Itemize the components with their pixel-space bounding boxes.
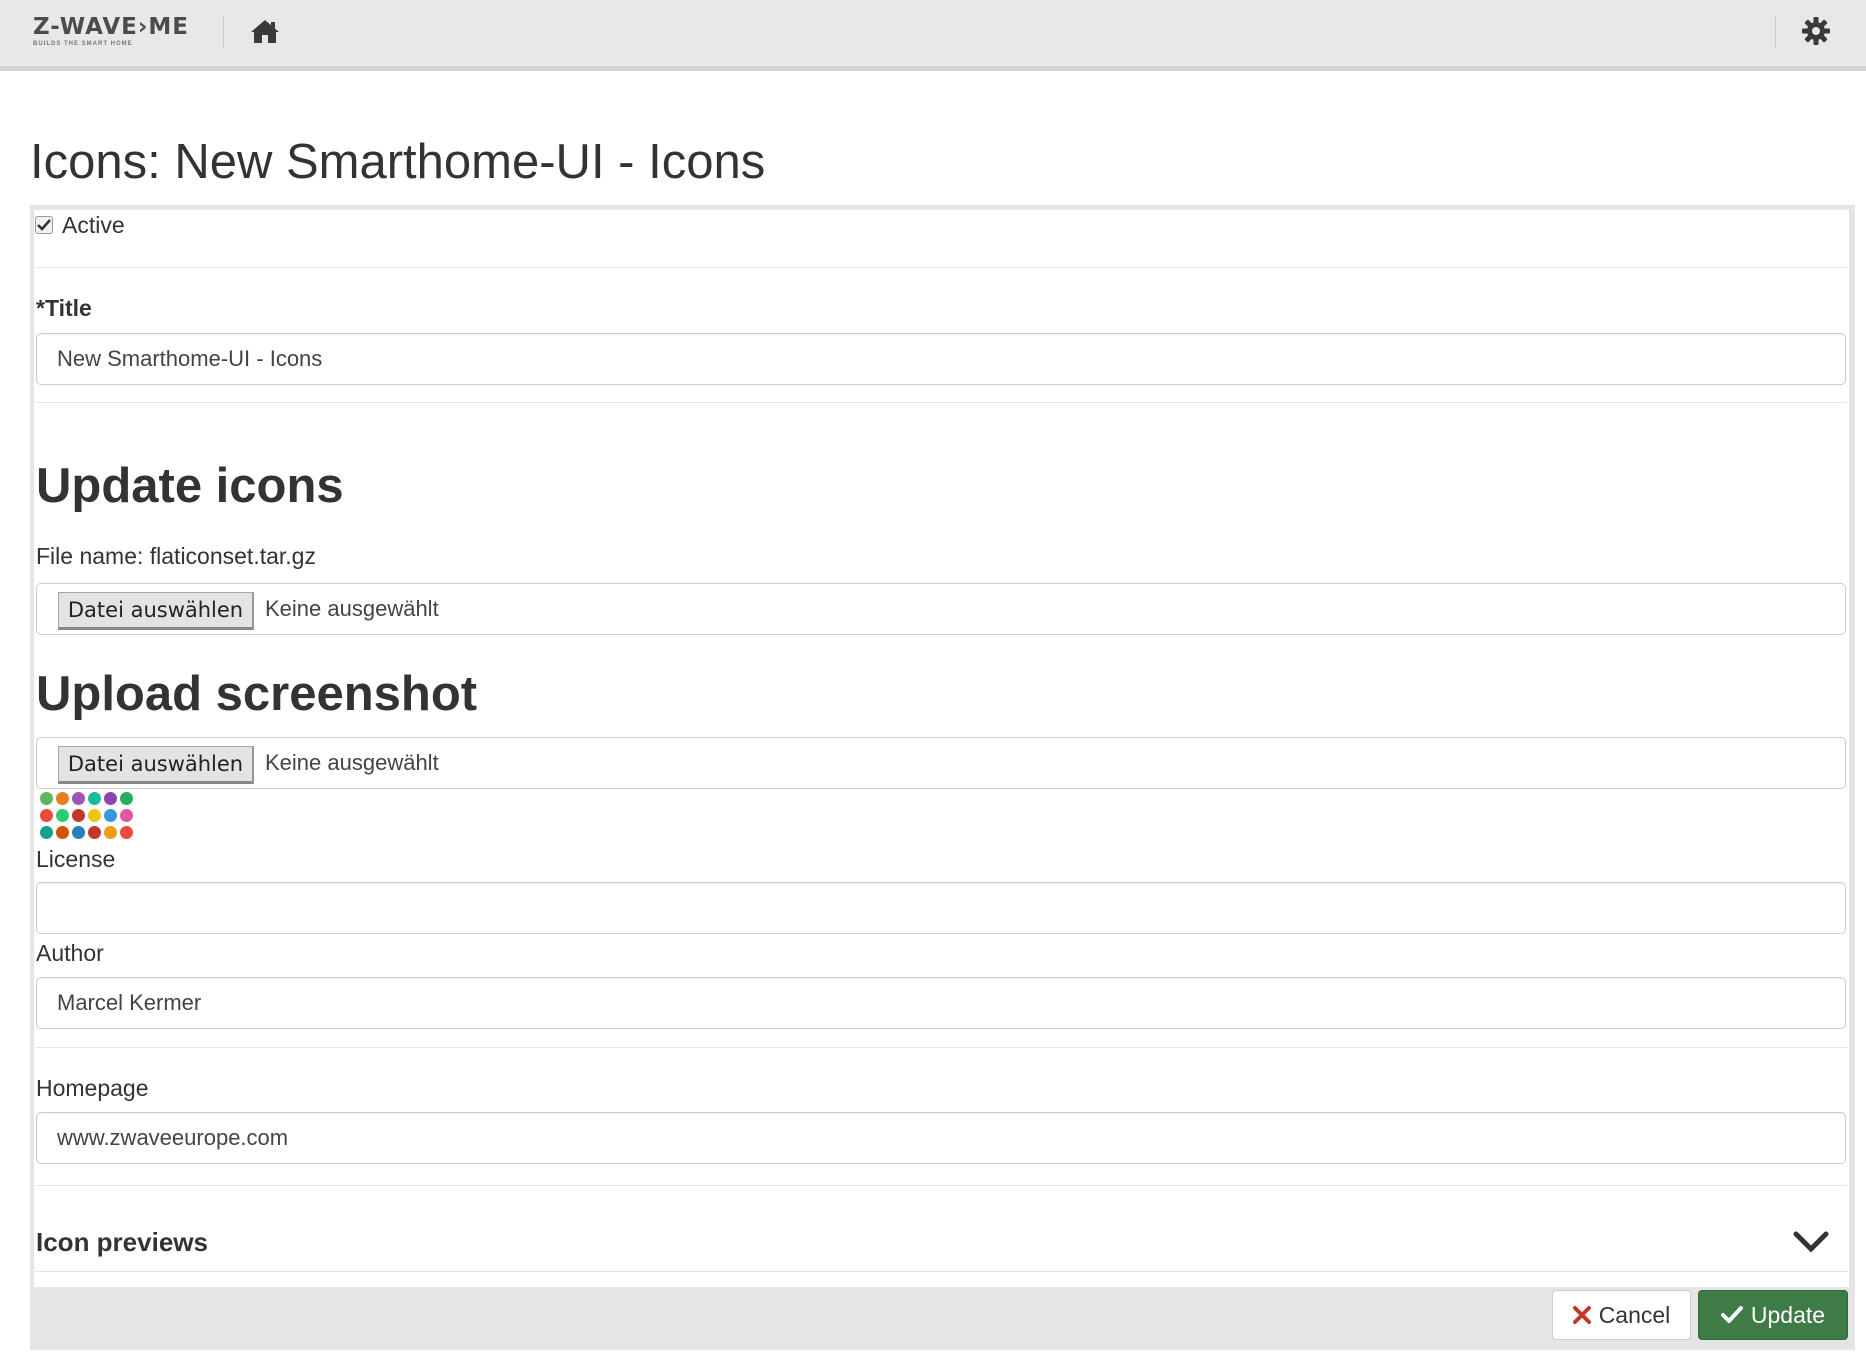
divider — [36, 402, 1847, 403]
checkmark-icon — [37, 219, 51, 231]
cancel-button[interactable]: Cancel — [1552, 1290, 1691, 1340]
close-icon — [1572, 1306, 1591, 1324]
check-icon — [1720, 1306, 1743, 1323]
author-input[interactable] — [36, 977, 1846, 1029]
settings-button[interactable] — [1796, 13, 1836, 49]
navbar-divider-right — [1775, 15, 1776, 49]
active-checkbox[interactable] — [35, 216, 53, 234]
upload-screenshot-heading: Upload screenshot — [36, 667, 478, 721]
update-icons-heading: Update icons — [36, 459, 344, 513]
dotted-divider — [36, 1271, 1847, 1272]
license-input[interactable] — [36, 882, 1846, 934]
update-button[interactable]: Update — [1698, 1290, 1848, 1340]
cancel-label: Cancel — [1598, 1301, 1671, 1328]
divider — [36, 1185, 1847, 1186]
icon-previews-label[interactable]: Icon previews — [36, 1227, 208, 1258]
home-icon — [251, 20, 279, 43]
homepage-label: Homepage — [36, 1075, 149, 1101]
gear-icon — [1802, 17, 1830, 45]
top-navbar: Z-WAVE›ME BUILDS THE SMART HOME — [0, 0, 1866, 71]
choose-file-button[interactable]: Datei auswählen — [58, 592, 254, 630]
update-label: Update — [1750, 1301, 1826, 1328]
file-name-text: File name: flaticonset.tar.gz — [36, 543, 316, 569]
title-input[interactable] — [36, 333, 1846, 385]
license-label: License — [36, 846, 116, 872]
homepage-input[interactable] — [36, 1112, 1846, 1164]
home-button[interactable] — [245, 13, 285, 49]
choose-screenshot-button[interactable]: Datei auswählen — [58, 746, 254, 784]
active-label: Active — [62, 212, 125, 238]
no-screenshot-selected-text: Keine ausgewählt — [265, 750, 439, 775]
title-label: *Title — [36, 295, 92, 321]
logo-tagline: BUILDS THE SMART HOME — [33, 41, 133, 47]
no-file-selected-text: Keine ausgewählt — [265, 596, 439, 621]
icons-file-input[interactable]: Datei auswählen Keine ausgewählt — [36, 583, 1846, 635]
divider — [36, 1047, 1847, 1048]
divider — [36, 267, 1847, 268]
navbar-divider — [223, 15, 224, 49]
screenshot-thumbnail — [40, 792, 136, 840]
screenshot-file-input[interactable]: Datei auswählen Keine ausgewählt — [36, 737, 1846, 789]
author-label: Author — [36, 940, 104, 966]
zwave-me-logo[interactable]: Z-WAVE›ME BUILDS THE SMART HOME — [33, 15, 189, 47]
page-title: Icons: New Smarthome-UI - Icons — [30, 135, 766, 189]
chevron-down-icon[interactable] — [1793, 1229, 1829, 1255]
logo-text: Z-WAVE›ME — [33, 14, 189, 40]
